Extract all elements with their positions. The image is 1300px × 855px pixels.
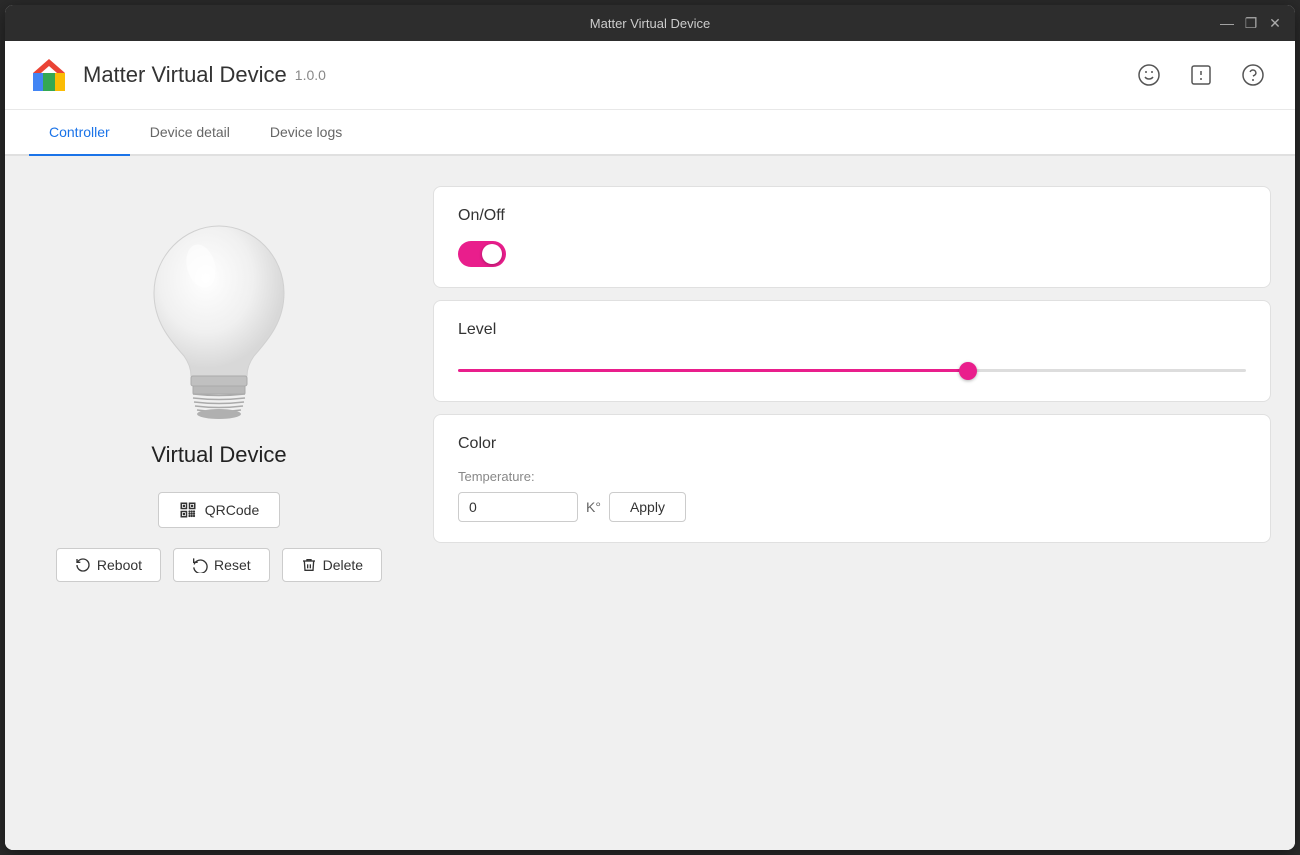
slider-wrapper [458,355,1246,381]
toggle-wrapper [458,241,1246,267]
qrcode-icon [179,501,197,519]
left-panel: Virtual Device [29,186,409,820]
reboot-icon [75,557,91,573]
feedback-icon-button[interactable] [1183,57,1219,93]
delete-label: Delete [323,557,363,573]
content-area: Virtual Device [5,156,1295,850]
apply-button[interactable]: Apply [609,492,686,522]
header-icons [1131,57,1271,93]
temperature-input[interactable] [458,492,578,522]
on-off-card: On/Off [433,186,1271,288]
level-card: Level [433,300,1271,402]
color-title: Color [458,435,1246,453]
minimize-button[interactable]: — [1219,15,1235,31]
reboot-label: Reboot [97,557,142,573]
app-window: Matter Virtual Device — ❐ ✕ Matter Virtu… [5,5,1295,850]
right-panel: On/Off Level Colo [433,186,1271,820]
feedback-icon [1189,63,1213,87]
tab-device-detail[interactable]: Device detail [130,110,250,156]
titlebar-title: Matter Virtual Device [590,16,710,31]
tab-device-logs[interactable]: Device logs [250,110,362,156]
unit-label: K° [586,499,601,515]
qrcode-button[interactable]: QRCode [158,492,280,528]
smiley-icon-button[interactable] [1131,57,1167,93]
titlebar: Matter Virtual Device — ❐ ✕ [5,5,1295,41]
close-button[interactable]: ✕ [1267,15,1283,31]
app-title: Matter Virtual Device [83,62,287,88]
reset-label: Reset [214,557,251,573]
bulb-image [129,211,309,421]
smiley-icon [1137,63,1161,87]
color-card: Color Temperature: K° Apply [433,414,1271,543]
bulb-container [119,206,319,426]
reset-button[interactable]: Reset [173,548,270,582]
toggle-thumb [482,244,502,264]
maximize-button[interactable]: ❐ [1243,15,1259,31]
temperature-row: K° Apply [458,492,1246,522]
reboot-button[interactable]: Reboot [56,548,161,582]
tab-controller[interactable]: Controller [29,110,130,156]
tabs: Controller Device detail Device logs [5,110,1295,156]
delete-button[interactable]: Delete [282,548,382,582]
header: Matter Virtual Device 1.0.0 [5,41,1295,110]
delete-icon [301,557,317,573]
action-buttons: Reboot Reset [56,548,382,582]
on-off-toggle[interactable] [458,241,506,267]
device-name: Virtual Device [151,442,286,468]
reset-icon [192,557,208,573]
app-version: 1.0.0 [295,67,326,83]
qrcode-label: QRCode [205,502,259,518]
level-title: Level [458,321,1246,339]
toggle-track [458,241,506,267]
level-slider[interactable] [458,369,1246,372]
app-logo [29,55,69,95]
on-off-title: On/Off [458,207,1246,225]
help-icon-button[interactable] [1235,57,1271,93]
help-icon [1241,63,1265,87]
titlebar-controls: — ❐ ✕ [1219,15,1283,31]
temperature-label: Temperature: [458,469,1246,484]
